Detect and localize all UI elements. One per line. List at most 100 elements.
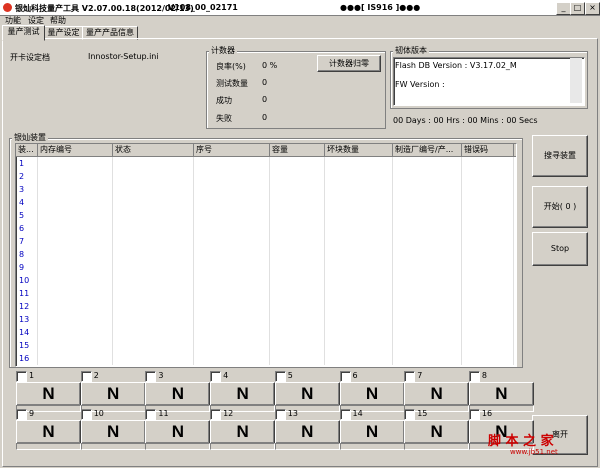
- col-serial[interactable]: 序号: [194, 144, 270, 156]
- reset-counter-button[interactable]: 计数器归零: [317, 55, 381, 72]
- col-status[interactable]: 状态: [113, 144, 194, 156]
- port-status-button[interactable]: N: [339, 420, 405, 444]
- port-status-button[interactable]: N: [274, 382, 340, 406]
- row-number: 9: [16, 261, 38, 274]
- table-cell: [194, 222, 270, 235]
- table-cell: [113, 326, 194, 339]
- firmware-scrollbar[interactable]: [570, 58, 582, 103]
- port-status-button[interactable]: N: [210, 420, 276, 444]
- port-status-button[interactable]: N: [145, 420, 211, 444]
- port-status-button[interactable]: N: [404, 382, 470, 406]
- row-number: 6: [16, 222, 38, 235]
- port-status-button[interactable]: N: [339, 382, 405, 406]
- col-memory-id[interactable]: 内存编号: [38, 144, 113, 156]
- table-cell: [393, 196, 462, 209]
- search-device-button[interactable]: 搜寻装置: [532, 135, 588, 177]
- row-number: 1: [16, 157, 38, 170]
- table-cell: [325, 222, 393, 235]
- table-cell: [462, 274, 514, 287]
- port-checkbox[interactable]: [210, 371, 222, 382]
- port-status-button[interactable]: N: [468, 382, 534, 406]
- table-row[interactable]: 7: [16, 235, 516, 248]
- port-status-button[interactable]: N: [145, 382, 211, 406]
- port-status-button[interactable]: N: [274, 420, 340, 444]
- settings-label: 开卡设定档: [10, 53, 50, 62]
- table-cell: [325, 339, 393, 352]
- table-row[interactable]: 9: [16, 261, 516, 274]
- tested-label: 测试数量: [216, 79, 248, 88]
- port-checkbox[interactable]: [339, 371, 351, 382]
- tab-production-test[interactable]: 量产测试: [2, 25, 45, 41]
- window-ic: ●●●[ IS916 ]●●●: [340, 3, 421, 12]
- minimize-button[interactable]: _: [556, 2, 571, 15]
- table-cell: [325, 248, 393, 261]
- port-checkbox[interactable]: [274, 371, 286, 382]
- port-status-button[interactable]: N: [404, 420, 470, 444]
- menu-help[interactable]: 帮助: [50, 15, 66, 26]
- port-checkbox[interactable]: [468, 409, 480, 420]
- table-row[interactable]: 3: [16, 183, 516, 196]
- port-checkbox[interactable]: [210, 409, 222, 420]
- table-cell: [38, 339, 113, 352]
- port-checkbox[interactable]: [16, 409, 27, 420]
- table-cell: [38, 157, 113, 170]
- port-status-button[interactable]: N: [16, 420, 81, 444]
- table-row[interactable]: 12: [16, 300, 516, 313]
- table-cell: [113, 183, 194, 196]
- table-row[interactable]: 14: [16, 326, 516, 339]
- col-manufacturer[interactable]: 制造厂编号/产...: [393, 144, 462, 156]
- table-row[interactable]: 8: [16, 248, 516, 261]
- table-row[interactable]: 2: [16, 170, 516, 183]
- table-row[interactable]: 13: [16, 313, 516, 326]
- table-cell: [462, 287, 514, 300]
- port-checkbox[interactable]: [404, 371, 416, 382]
- port-status-button[interactable]: N: [80, 420, 146, 444]
- table-row[interactable]: 6: [16, 222, 516, 235]
- row-number: 12: [16, 300, 38, 313]
- start-button[interactable]: 开始( 0 ): [532, 186, 588, 228]
- table-row[interactable]: 16: [16, 352, 516, 365]
- col-capacity[interactable]: 容量: [270, 144, 325, 156]
- table-row[interactable]: 11: [16, 287, 516, 300]
- port-status-button[interactable]: N: [80, 382, 146, 406]
- fail-value: 0: [262, 113, 268, 122]
- table-row[interactable]: 4: [16, 196, 516, 209]
- table-cell: [393, 222, 462, 235]
- table-row[interactable]: 1: [16, 157, 516, 170]
- table-cell: [38, 222, 113, 235]
- port-checkbox[interactable]: [80, 371, 92, 382]
- table-row[interactable]: 15: [16, 339, 516, 352]
- table-row[interactable]: 5: [16, 209, 516, 222]
- port-status-button[interactable]: N: [16, 382, 81, 406]
- port-checkbox[interactable]: [145, 409, 157, 420]
- app-icon: [3, 3, 12, 12]
- stop-button[interactable]: Stop: [532, 232, 588, 266]
- col-error-code[interactable]: 错误码: [462, 144, 514, 156]
- port-checkbox[interactable]: [80, 409, 92, 420]
- table-cell: [113, 313, 194, 326]
- col-bad-blocks[interactable]: 坏块数量: [325, 144, 393, 156]
- col-port[interactable]: 装...: [16, 144, 38, 156]
- port-checkbox[interactable]: [404, 409, 416, 420]
- close-button[interactable]: ×: [585, 2, 600, 15]
- device-table[interactable]: 装... 内存编号 状态 序号 容量 坏块数量 制造厂编号/产... 错误码 1…: [15, 143, 517, 367]
- port-checkbox[interactable]: [145, 371, 157, 382]
- device-rows: 1 2 3 4 5 6 7 8 9 10 11 12 13 14 15 16: [16, 157, 516, 365]
- table-cell: [325, 300, 393, 313]
- port-checkbox[interactable]: [274, 409, 286, 420]
- table-cell: [325, 313, 393, 326]
- table-cell: [462, 157, 514, 170]
- port-checkbox[interactable]: [339, 409, 351, 420]
- row-number: 5: [16, 209, 38, 222]
- table-cell: [462, 170, 514, 183]
- maximize-button[interactable]: □: [570, 2, 585, 15]
- table-cell: [393, 248, 462, 261]
- table-row[interactable]: 10: [16, 274, 516, 287]
- port-checkbox[interactable]: [468, 371, 480, 382]
- port-checkbox[interactable]: [16, 371, 27, 382]
- port-status-button[interactable]: N: [210, 382, 276, 406]
- table-cell: [462, 339, 514, 352]
- table-cell: [113, 274, 194, 287]
- table-cell: [325, 287, 393, 300]
- table-cell: [325, 209, 393, 222]
